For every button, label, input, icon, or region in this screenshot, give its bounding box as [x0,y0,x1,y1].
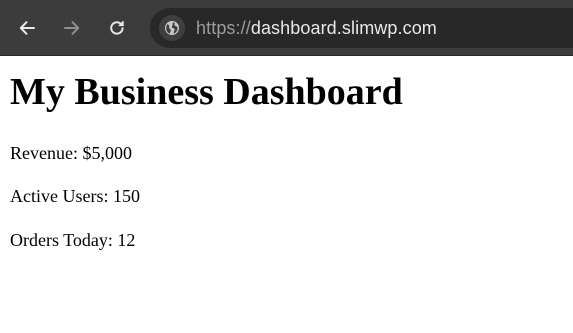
active-users-stat: Active Users: 150 [10,186,140,206]
orders-today-stat: Orders Today: 12 [10,230,136,250]
back-button[interactable] [12,13,42,43]
address-bar[interactable]: https://dashboard.slimwp.com [150,8,573,48]
revenue-stat: Revenue: $5,000 [10,143,132,163]
site-info-button[interactable] [159,15,185,41]
reload-icon [110,20,124,35]
page-content: My Business Dashboard Revenue: $5,000 Ac… [0,56,573,333]
url-scheme: https:// [196,17,251,38]
arrow-left-icon [19,21,35,35]
url-text: https://dashboard.slimwp.com [196,18,437,39]
forward-button[interactable] [57,13,87,43]
arrow-right-icon [64,21,80,35]
browser-toolbar: https://dashboard.slimwp.com [0,0,573,56]
globe-icon [165,21,179,35]
reload-button[interactable] [102,13,132,43]
page-title: My Business Dashboard [10,71,403,113]
url-host: dashboard.slimwp.com [250,17,437,38]
